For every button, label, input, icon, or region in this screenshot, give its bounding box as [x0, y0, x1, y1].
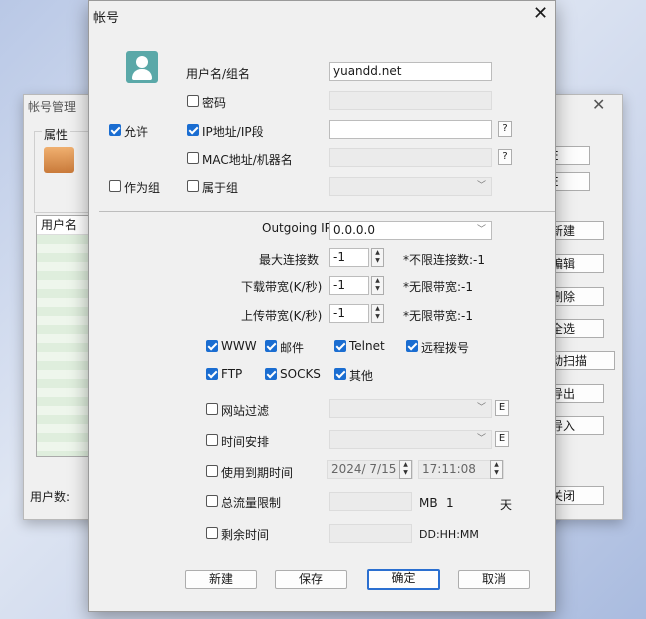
- user-count-label: 用户数:: [30, 490, 71, 504]
- traffic-days-unit: 天: [500, 498, 513, 512]
- site-filter-select[interactable]: ﹀: [329, 399, 492, 418]
- telnet-label: Telnet: [349, 339, 385, 353]
- as-group-checkbox[interactable]: [109, 180, 121, 192]
- chevron-down-icon: ﹀: [476, 434, 486, 444]
- close-icon[interactable]: ✕: [592, 95, 605, 114]
- group-select[interactable]: ﹀: [329, 177, 492, 196]
- schedule-label: 时间安排: [221, 435, 270, 449]
- mac-checkbox[interactable]: [187, 152, 199, 164]
- mac-input[interactable]: [329, 148, 492, 167]
- username-input[interactable]: yuandd.net: [329, 62, 492, 81]
- ip-checkbox[interactable]: [187, 124, 199, 136]
- belong-group-checkbox[interactable]: [187, 180, 199, 192]
- outgoing-ip-label: Outgoing IP: [262, 221, 332, 235]
- expire-time-spinner[interactable]: ▲ ▼: [490, 460, 503, 479]
- download-spinner[interactable]: ▲ ▼: [371, 276, 384, 295]
- expire-checkbox[interactable]: [206, 465, 218, 477]
- mail-label: 邮件: [280, 341, 305, 355]
- outgoing-ip-select[interactable]: 0.0.0.0 ﹀: [329, 221, 492, 240]
- divider: [99, 211, 555, 212]
- remain-time-input[interactable]: [329, 524, 412, 543]
- traffic-limit-input[interactable]: [329, 492, 412, 511]
- chevron-down-icon: ﹀: [476, 225, 486, 235]
- traffic-unit: MB: [419, 496, 438, 510]
- expire-label: 使用到期时间: [221, 466, 294, 480]
- site-filter-checkbox[interactable]: [206, 403, 218, 415]
- chevron-down-icon: ﹀: [476, 403, 486, 413]
- ftp-label: FTP: [221, 367, 243, 381]
- allow-label: 允许: [124, 125, 149, 139]
- download-label: 下载带宽(K/秒): [241, 280, 323, 294]
- download-input[interactable]: -1: [329, 276, 369, 295]
- close-icon[interactable]: ✕: [533, 3, 548, 24]
- traffic-limit-checkbox[interactable]: [206, 495, 218, 507]
- cancel-button[interactable]: 取消: [458, 570, 530, 589]
- expire-date-spinner[interactable]: ▲ ▼: [399, 460, 412, 479]
- ip-label: IP地址/IP段: [202, 125, 264, 139]
- telnet-checkbox[interactable]: [334, 340, 346, 352]
- www-checkbox[interactable]: [206, 340, 218, 352]
- chevron-down-icon: ﹀: [476, 181, 486, 191]
- upload-input[interactable]: -1: [329, 304, 369, 323]
- inbox-icon: [44, 147, 74, 173]
- bg-scan-button[interactable]: 动扫描: [546, 351, 615, 370]
- max-conn-input[interactable]: -1: [329, 248, 369, 267]
- max-conn-spinner[interactable]: ▲ ▼: [371, 248, 384, 267]
- ip-help-button[interactable]: ?: [498, 121, 512, 137]
- socks-checkbox[interactable]: [265, 368, 277, 380]
- mac-label: MAC地址/机器名: [202, 153, 293, 167]
- password-checkbox[interactable]: [187, 95, 199, 107]
- site-filter-edit-button[interactable]: E: [495, 400, 509, 416]
- user-avatar-icon: [126, 51, 158, 83]
- www-label: WWW: [221, 339, 257, 353]
- account-dialog: 帐号 ✕ 用户名/组名 yuandd.net 密码 允许 IP地址/IP段 ? …: [88, 0, 556, 612]
- site-filter-label: 网站过滤: [221, 404, 270, 418]
- other-checkbox[interactable]: [334, 368, 346, 380]
- as-group-label: 作为组: [124, 181, 161, 195]
- max-conn-label: 最大连接数: [259, 253, 320, 267]
- allow-checkbox[interactable]: [109, 124, 121, 136]
- schedule-checkbox[interactable]: [206, 434, 218, 446]
- mail-checkbox[interactable]: [265, 340, 277, 352]
- other-label: 其他: [349, 369, 374, 383]
- ok-button[interactable]: 确定: [367, 569, 440, 590]
- mac-help-button[interactable]: ?: [498, 149, 512, 165]
- max-conn-hint: *不限连接数:-1: [403, 253, 486, 267]
- upload-label: 上传带宽(K/秒): [241, 309, 323, 323]
- ip-input[interactable]: [329, 120, 492, 139]
- new-button[interactable]: 新建: [185, 570, 257, 589]
- remote-dial-label: 远程拨号: [421, 341, 470, 355]
- upload-spinner[interactable]: ▲ ▼: [371, 304, 384, 323]
- upload-hint: *无限带宽:-1: [403, 309, 474, 323]
- save-button[interactable]: 保存: [275, 570, 347, 589]
- username-label: 用户名/组名: [186, 67, 251, 81]
- download-hint: *无限带宽:-1: [403, 280, 474, 294]
- remain-time-checkbox[interactable]: [206, 527, 218, 539]
- remote-dial-checkbox[interactable]: [406, 340, 418, 352]
- schedule-edit-button[interactable]: E: [495, 431, 509, 447]
- traffic-days-value: 1: [446, 496, 454, 510]
- password-input[interactable]: [329, 91, 492, 110]
- properties-group-label: 属性: [42, 126, 71, 143]
- schedule-select[interactable]: ﹀: [329, 430, 492, 449]
- dialog-title: 帐号: [93, 11, 120, 26]
- traffic-limit-label: 总流量限制: [221, 496, 282, 510]
- password-label: 密码: [202, 96, 227, 110]
- remain-time-format: DD:HH:MM: [419, 528, 479, 541]
- remain-time-label: 剩余时间: [221, 528, 270, 542]
- ftp-checkbox[interactable]: [206, 368, 218, 380]
- socks-label: SOCKS: [280, 367, 321, 381]
- belong-group-label: 属于组: [202, 181, 239, 195]
- window-title: 帐号管理: [28, 100, 77, 114]
